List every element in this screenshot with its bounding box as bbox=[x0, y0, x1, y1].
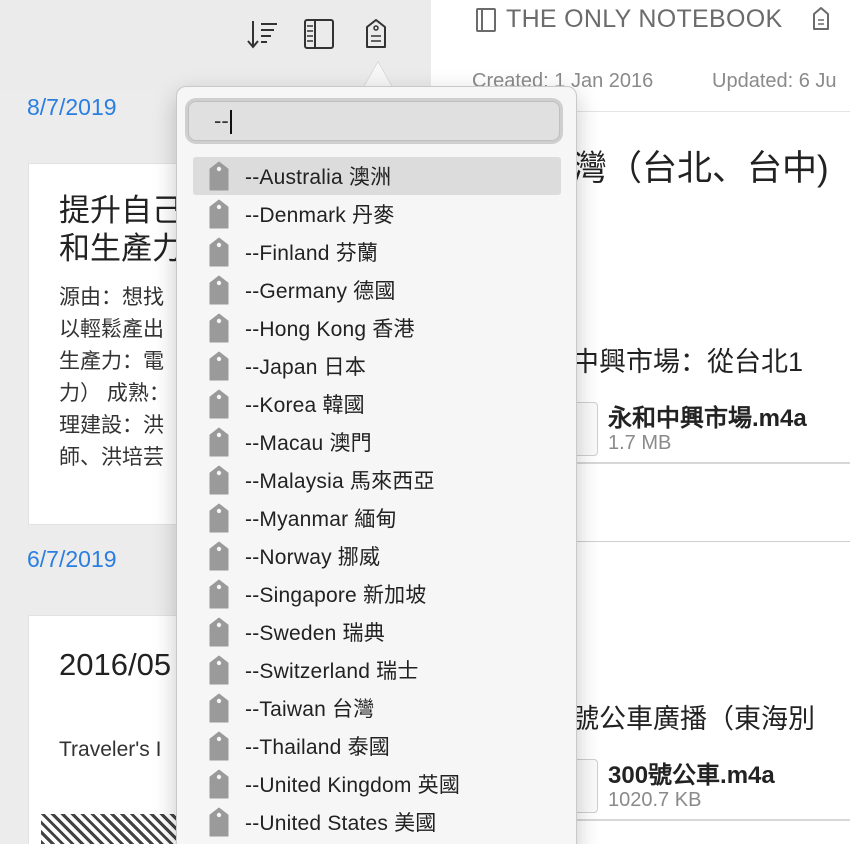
divider bbox=[572, 541, 850, 542]
sort-icon[interactable] bbox=[245, 16, 281, 52]
tag-icon bbox=[209, 199, 229, 229]
note-snippet-line: 理建設：洪 bbox=[59, 414, 164, 437]
tag-list-item[interactable]: --Norway 挪威 bbox=[193, 537, 561, 575]
tag-icon bbox=[209, 731, 229, 761]
tag-list: --Australia 澳洲 --Denmark 丹麥 --Finland 芬蘭 --… bbox=[193, 157, 561, 841]
note-snippet-line: 力） 成熟： bbox=[59, 382, 170, 405]
tag-label: --Taiwan 台灣 bbox=[245, 698, 375, 721]
tag-icon bbox=[209, 693, 229, 723]
tag-label: --Finland 芬蘭 bbox=[245, 242, 379, 265]
tag-icon bbox=[209, 807, 229, 837]
tag-icon bbox=[209, 161, 229, 191]
tag-label: --United Kingdom 英國 bbox=[245, 774, 461, 797]
tag-list-item[interactable]: --United Kingdom 英國 bbox=[193, 765, 561, 803]
tag-icon bbox=[209, 465, 229, 495]
tag-icon[interactable] bbox=[358, 16, 394, 52]
tag-list-item[interactable]: --United States 美國 bbox=[193, 803, 561, 841]
updated-date: Updated: 6 Ju bbox=[712, 70, 837, 92]
note-title-line: 和生產力 bbox=[59, 231, 183, 266]
tag-popover: -- --Australia 澳洲 --Denmark 丹麥 --Finland 芬… bbox=[176, 86, 577, 844]
tag-search-value: -- bbox=[214, 108, 229, 133]
tag-list-item[interactable]: --Switzerland 瑞士 bbox=[193, 651, 561, 689]
attachment-name: 300號公車.m4a bbox=[608, 762, 775, 789]
section-title: 號公車廣播（東海別 bbox=[572, 704, 815, 734]
attachment[interactable]: 永和中興市場.m4a 1.7 MB bbox=[572, 398, 850, 464]
tag-icon bbox=[209, 389, 229, 419]
notebook-name[interactable]: THE ONLY NOTEBOOK bbox=[506, 5, 782, 34]
tag-list-item[interactable]: --Myanmar 緬甸 bbox=[193, 499, 561, 537]
note-snippet-line: 師、洪培芸 bbox=[59, 446, 164, 469]
tag-label: --Japan 日本 bbox=[245, 356, 367, 379]
tag-icon bbox=[209, 237, 229, 267]
tag-list-item[interactable]: --Australia 澳洲 bbox=[193, 157, 561, 195]
note-snippet-line: 以輕鬆產出 bbox=[59, 318, 164, 341]
tag-icon bbox=[209, 503, 229, 533]
note-snippet-line: 生產力：電 bbox=[59, 350, 164, 373]
tag-label: --Sweden 瑞典 bbox=[245, 622, 385, 645]
note-snippet: Traveler's I bbox=[59, 738, 162, 761]
tag-label: --Germany 德國 bbox=[245, 280, 396, 303]
tag-list-item[interactable]: --Korea 韓國 bbox=[193, 385, 561, 423]
tag-icon bbox=[209, 579, 229, 609]
notebook-icon bbox=[476, 8, 496, 32]
tag-label: --Switzerland 瑞士 bbox=[245, 660, 419, 683]
note-date: 8/7/2019 bbox=[27, 94, 117, 120]
tag-list-item[interactable]: --Malaysia 馬來西亞 bbox=[193, 461, 561, 499]
tag-list-item[interactable]: --Germany 德國 bbox=[193, 271, 561, 309]
sidebar-layout-icon[interactable] bbox=[301, 16, 337, 52]
note-title: 2016/05 bbox=[59, 647, 172, 682]
tag-icon bbox=[209, 313, 229, 343]
tag-icon bbox=[209, 275, 229, 305]
attachment-size: 1.7 MB bbox=[608, 432, 672, 454]
attachment-size: 1020.7 KB bbox=[608, 789, 702, 811]
note-snippet-line: 源由：想找 bbox=[59, 286, 164, 309]
tag-icon bbox=[209, 351, 229, 381]
tag-search-input[interactable]: -- bbox=[188, 101, 560, 141]
tag-label: --Singapore 新加坡 bbox=[245, 584, 427, 607]
tag-label: --United States 美國 bbox=[245, 812, 437, 835]
tag-label: --Norway 挪威 bbox=[245, 546, 381, 569]
tag-icon bbox=[209, 541, 229, 571]
tag-list-item[interactable]: --Singapore 新加坡 bbox=[193, 575, 561, 613]
tag-label: --Denmark 丹麥 bbox=[245, 204, 395, 227]
note-date: 6/7/2019 bbox=[27, 546, 117, 572]
tag-list-item[interactable]: --Denmark 丹麥 bbox=[193, 195, 561, 233]
section-title: 中興市場：從台北1 bbox=[572, 347, 804, 377]
tag-icon bbox=[209, 617, 229, 647]
tag-label: --Hong Kong 香港 bbox=[245, 318, 415, 341]
popover-arrow bbox=[364, 62, 392, 87]
tag-label: --Macau 澳門 bbox=[245, 432, 372, 455]
tag-label: --Thailand 泰國 bbox=[245, 736, 390, 759]
tag-label: --Australia 澳洲 bbox=[245, 166, 392, 189]
tag-icon bbox=[209, 655, 229, 685]
tag-icon bbox=[209, 427, 229, 457]
tag-list-item[interactable]: --Macau 澳門 bbox=[193, 423, 561, 461]
note-heading: 灣（台北、台中) bbox=[572, 149, 829, 188]
tag-icon[interactable] bbox=[810, 6, 832, 32]
attachment-name: 永和中興市場.m4a bbox=[608, 405, 807, 432]
tag-list-item[interactable]: --Finland 芬蘭 bbox=[193, 233, 561, 271]
tag-list-item[interactable]: --Sweden 瑞典 bbox=[193, 613, 561, 651]
tag-icon bbox=[209, 769, 229, 799]
tag-list-item[interactable]: --Hong Kong 香港 bbox=[193, 309, 561, 347]
tag-list-item[interactable]: --Thailand 泰國 bbox=[193, 727, 561, 765]
tag-list-item[interactable]: --Taiwan 台灣 bbox=[193, 689, 561, 727]
tag-label: --Myanmar 緬甸 bbox=[245, 508, 397, 531]
note-title-line: 提升自己 bbox=[59, 193, 183, 228]
text-caret bbox=[229, 110, 232, 135]
tag-label: --Korea 韓國 bbox=[245, 394, 365, 417]
tag-label: --Malaysia 馬來西亞 bbox=[245, 470, 435, 493]
tag-list-item[interactable]: --Japan 日本 bbox=[193, 347, 561, 385]
attachment[interactable]: 300號公車.m4a 1020.7 KB bbox=[572, 755, 850, 821]
